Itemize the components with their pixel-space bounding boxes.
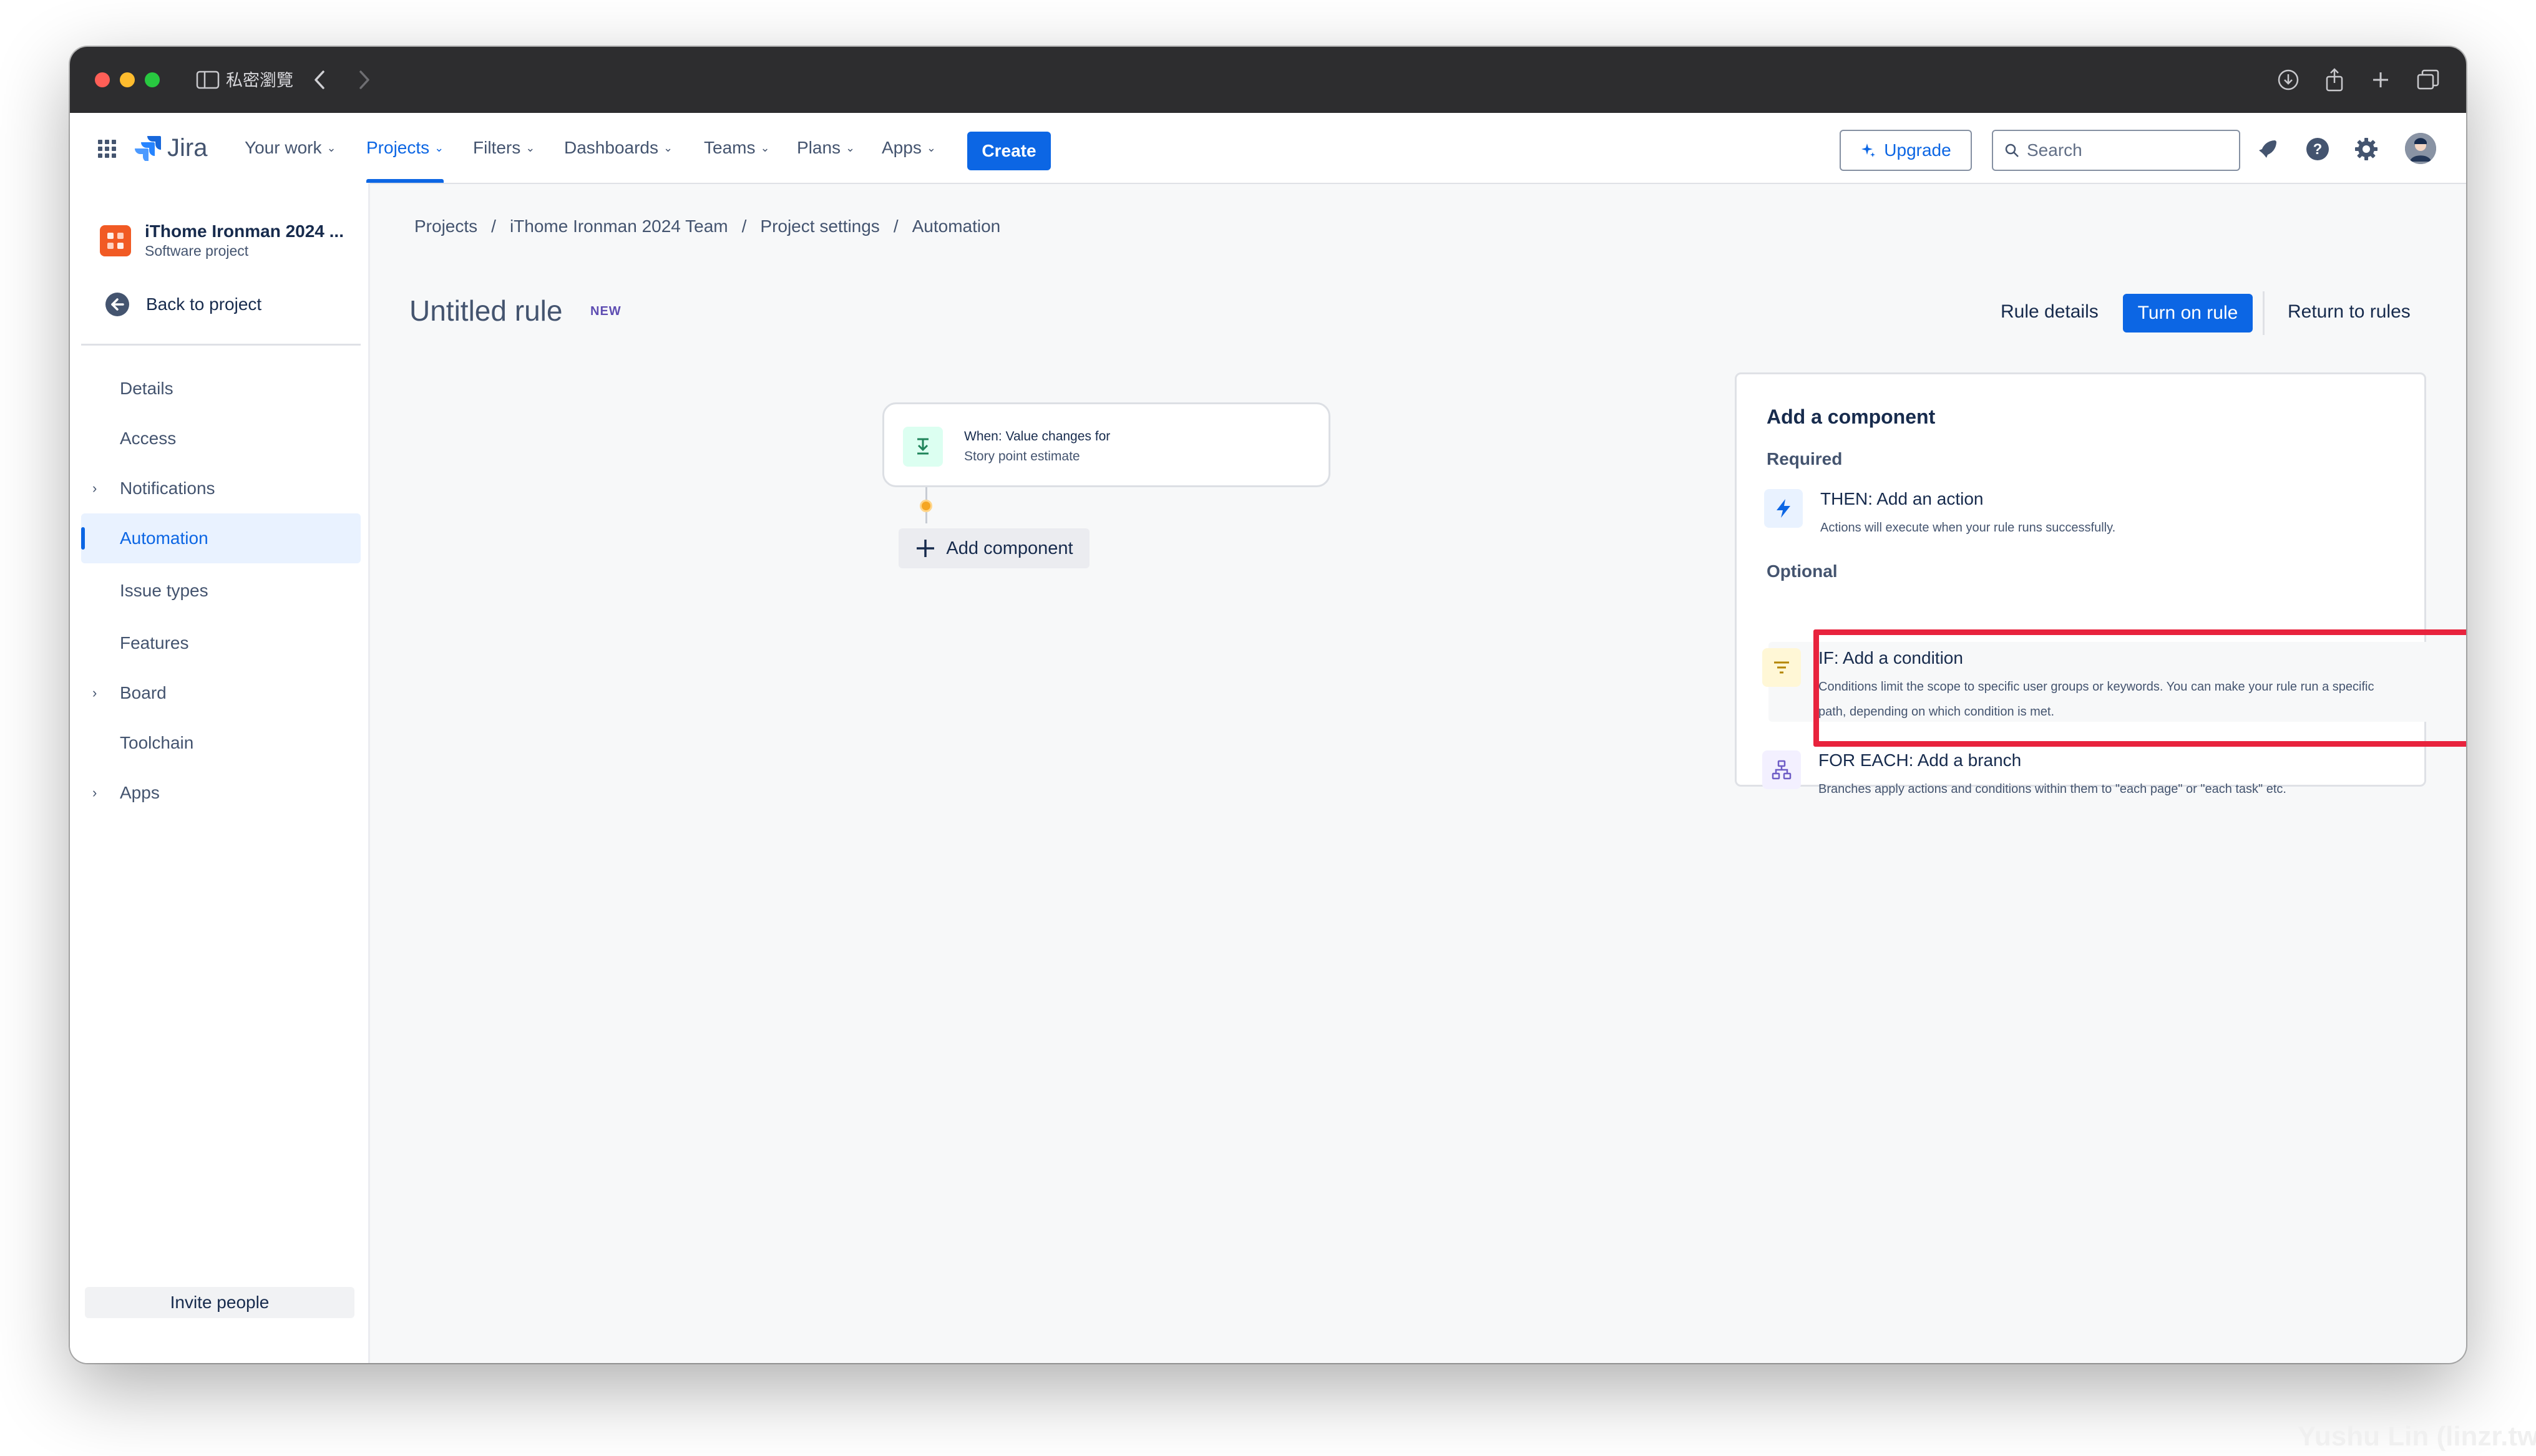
nav-apps[interactable]: Apps ⌄ bbox=[882, 113, 936, 183]
sidebar-item-access[interactable]: Access bbox=[81, 414, 361, 463]
user-avatar[interactable] bbox=[2405, 133, 2436, 164]
chevron-right-icon: › bbox=[92, 785, 97, 800]
chevron-down-icon: ⌄ bbox=[663, 141, 673, 154]
project-icon bbox=[107, 233, 124, 249]
share-icon[interactable] bbox=[2320, 66, 2349, 94]
sparkle-icon bbox=[1861, 143, 1876, 157]
back-arrow-circle-icon bbox=[105, 293, 129, 316]
turn-on-rule-button[interactable]: Turn on rule bbox=[2123, 294, 2253, 332]
back-to-project-link[interactable]: Back to project bbox=[105, 289, 261, 320]
trigger-title: When: Value changes for bbox=[964, 429, 1111, 444]
sidebar-item-issue-types[interactable]: Issue types bbox=[81, 566, 361, 616]
private-browsing-label: 私密瀏覽 bbox=[226, 71, 293, 90]
sidebar-item-toolchain[interactable]: Toolchain bbox=[81, 718, 361, 768]
settings-gear-icon[interactable] bbox=[2353, 135, 2380, 163]
project-type: Software project bbox=[145, 243, 249, 259]
header-divider bbox=[2263, 291, 2265, 335]
nav-projects[interactable]: Projects ⌄ bbox=[366, 113, 444, 183]
browser-toolbar: 私密瀏覽 bbox=[70, 47, 2466, 113]
add-component-button[interactable]: Add component bbox=[899, 528, 1090, 568]
sidebar-item-notifications[interactable]: › Notifications bbox=[81, 463, 361, 513]
jira-logo[interactable]: Jira bbox=[135, 132, 207, 164]
sidebar-toggle-icon[interactable] bbox=[193, 66, 222, 94]
sidebar-item-automation[interactable]: Automation bbox=[81, 513, 361, 563]
zoom-window-button[interactable] bbox=[145, 72, 160, 87]
sidebar-item-features[interactable]: Features bbox=[81, 618, 361, 668]
back-arrow-icon[interactable] bbox=[307, 66, 332, 94]
project-sidebar: iThome Ironman 2024 ... Software project… bbox=[70, 183, 370, 1363]
breadcrumb-project-settings[interactable]: Project settings bbox=[760, 216, 879, 236]
plus-icon bbox=[917, 540, 935, 557]
breadcrumb-separator: / bbox=[741, 216, 747, 236]
sidebar-divider bbox=[81, 344, 361, 346]
for-each-add-branch-option[interactable]: FOR EACH: Add a branch Branches apply ac… bbox=[1762, 750, 2386, 807]
app-switcher-icon[interactable] bbox=[94, 135, 121, 163]
forward-arrow-icon[interactable] bbox=[352, 66, 377, 94]
minimize-window-button[interactable] bbox=[120, 72, 135, 87]
then-add-action-option[interactable]: THEN: Add an action Actions will execute… bbox=[1764, 489, 2388, 545]
option-description: Actions will execute when your rule runs… bbox=[1820, 521, 2116, 535]
svg-text:?: ? bbox=[2313, 141, 2323, 158]
top-navigation: Jira Your work ⌄ Projects ⌄ Filters ⌄ Dashb… bbox=[70, 113, 2466, 184]
rule-title[interactable]: Untitled rule bbox=[409, 294, 562, 328]
return-to-rules-button[interactable]: Return to rules bbox=[2288, 301, 2411, 323]
chevron-down-icon: ⌄ bbox=[525, 141, 535, 154]
flow-connector-dot bbox=[920, 500, 932, 512]
tab-overview-icon[interactable] bbox=[2414, 66, 2442, 94]
chevron-right-icon: › bbox=[92, 685, 97, 701]
nav-dashboards[interactable]: Dashboards ⌄ bbox=[564, 113, 673, 183]
breadcrumb: Projects / iThome Ironman 2024 Team / Pr… bbox=[414, 216, 1000, 236]
nav-teams[interactable]: Teams ⌄ bbox=[704, 113, 770, 183]
new-tab-icon[interactable] bbox=[2366, 66, 2395, 94]
search-input[interactable]: Search bbox=[1992, 130, 2240, 171]
breadcrumb-separator: / bbox=[491, 216, 496, 236]
sidebar-item-apps[interactable]: › Apps bbox=[81, 768, 361, 818]
breadcrumb-separator: / bbox=[893, 216, 899, 236]
filter-icon bbox=[1762, 648, 1801, 687]
trigger-card[interactable]: When: Value changes for Story point esti… bbox=[882, 402, 1330, 487]
notifications-rocket-icon[interactable] bbox=[2254, 135, 2281, 163]
chevron-right-icon: › bbox=[92, 480, 97, 496]
trigger-download-icon bbox=[903, 427, 943, 467]
chevron-down-icon: ⌄ bbox=[326, 141, 336, 154]
annotation-highlight-box bbox=[1813, 629, 2466, 747]
nav-plans[interactable]: Plans ⌄ bbox=[797, 113, 855, 183]
chevron-down-icon: ⌄ bbox=[926, 141, 936, 154]
watermark: Yushu Lin (linzr.tw) bbox=[2298, 1421, 2536, 1452]
search-icon bbox=[2005, 143, 2019, 157]
sidebar-item-details[interactable]: Details bbox=[81, 364, 361, 414]
option-description: Branches apply actions and conditions wi… bbox=[1818, 782, 2286, 796]
chevron-down-icon: ⌄ bbox=[760, 141, 770, 154]
branch-icon bbox=[1762, 750, 1801, 789]
nav-your-work[interactable]: Your work ⌄ bbox=[245, 113, 336, 183]
project-avatar bbox=[100, 225, 131, 256]
chevron-down-icon: ⌄ bbox=[846, 141, 856, 154]
required-section-label: Required bbox=[1767, 449, 1843, 468]
create-button[interactable]: Create bbox=[967, 132, 1051, 170]
upgrade-button[interactable]: Upgrade bbox=[1840, 130, 1972, 171]
sidebar-item-board[interactable]: › Board bbox=[81, 668, 361, 718]
avatar-icon bbox=[2405, 133, 2436, 164]
close-window-button[interactable] bbox=[95, 72, 110, 87]
option-title: THEN: Add an action bbox=[1820, 489, 1984, 508]
project-name[interactable]: iThome Ironman 2024 ... bbox=[145, 221, 344, 241]
chevron-down-icon: ⌄ bbox=[434, 141, 444, 154]
breadcrumb-automation[interactable]: Automation bbox=[912, 216, 1001, 236]
option-title: FOR EACH: Add a branch bbox=[1818, 750, 2022, 770]
lightning-icon bbox=[1764, 489, 1803, 528]
breadcrumb-projects[interactable]: Projects bbox=[414, 216, 477, 236]
invite-people-button[interactable]: Invite people bbox=[85, 1287, 354, 1318]
breadcrumb-project[interactable]: iThome Ironman 2024 Team bbox=[510, 216, 728, 236]
optional-section-label: Optional bbox=[1767, 561, 1838, 581]
panel-title: Add a component bbox=[1767, 405, 1936, 428]
new-badge: NEW bbox=[590, 304, 622, 318]
downloads-icon[interactable] bbox=[2274, 66, 2303, 94]
nav-filters[interactable]: Filters ⌄ bbox=[473, 113, 535, 183]
help-icon[interactable]: ? bbox=[2304, 135, 2331, 163]
rule-details-button[interactable]: Rule details bbox=[2001, 301, 2099, 323]
jira-logo-text: Jira bbox=[167, 133, 208, 162]
browser-window: 私密瀏覽 Jira Your work ⌄ Projects ⌄ Filters… bbox=[70, 47, 2466, 1363]
jira-logo-icon bbox=[135, 136, 161, 161]
trigger-subtitle: Story point estimate bbox=[964, 449, 1080, 463]
